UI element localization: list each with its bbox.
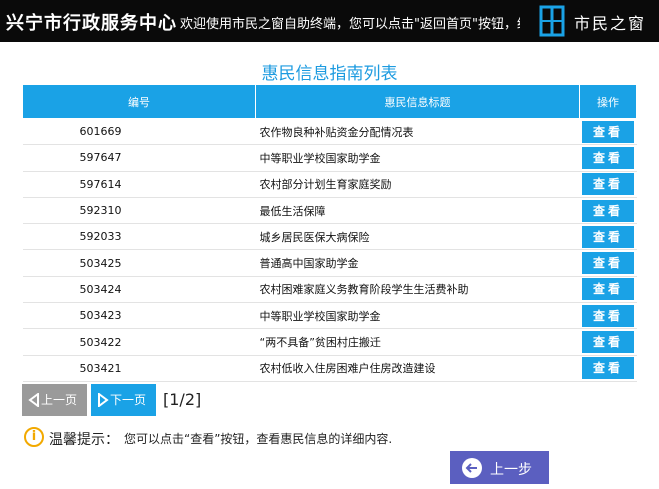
back-button[interactable]: 上一步	[450, 451, 549, 484]
welcome-marquee: 欢迎使用市民之窗自助终端，您可以点击"返回首页"按钮，结	[180, 17, 520, 32]
table-row: 503424 农村困难家庭义务教育阶段学生生活费补助 查看	[22, 276, 637, 304]
brand-logo: 市民之窗	[532, 4, 659, 38]
list-title: 惠民信息指南列表	[261, 64, 398, 84]
row-action: 查看	[579, 328, 637, 356]
row-id: 601669	[22, 118, 256, 146]
view-button[interactable]: 查看	[582, 357, 634, 380]
app-title: 兴宁市行政服务中心	[6, 13, 177, 34]
back-button-label: 上一步	[490, 462, 532, 478]
table-row: 601669 农作物良种补贴资金分配情况表 查看	[22, 118, 637, 146]
row-action: 查看	[579, 249, 637, 277]
chevron-left-icon	[28, 393, 39, 407]
row-action: 查看	[579, 118, 637, 146]
row-title: 中等职业学校国家助学金	[255, 302, 580, 330]
row-id: 597614	[22, 171, 256, 198]
row-title: 普通高中国家助学金	[255, 249, 580, 277]
row-id: 503421	[22, 355, 256, 382]
window-logo-icon	[539, 5, 565, 37]
column-header-action: 操作	[579, 84, 637, 119]
row-action: 查看	[579, 223, 637, 251]
row-title: 中等职业学校国家助学金	[255, 144, 580, 172]
row-id: 597647	[22, 144, 256, 172]
table-body: 601669 农作物良种补贴资金分配情况表 查看 597647 中等职业学校国家助学金查…	[22, 118, 637, 382]
row-title: 农村低收入住房困难户住房改造建设	[255, 355, 580, 382]
view-button[interactable]: 查看	[582, 331, 634, 354]
view-button[interactable]: 查看	[582, 173, 634, 196]
brand-name: 市民之窗	[574, 14, 647, 33]
page-indicator: [1/2]	[163, 390, 202, 409]
row-action: 查看	[579, 171, 637, 198]
view-button[interactable]: 查看	[582, 252, 634, 275]
main-panel: 惠民信息指南列表 编号 惠民信息标题 操作 601669 农作物良种补贴资金分配情…	[0, 42, 659, 489]
row-action: 查看	[579, 276, 637, 304]
tip-text: 您可以点击“查看”按钮，查看惠民信息的详细内容.	[124, 432, 393, 446]
row-action: 查看	[579, 355, 637, 382]
row-id: 503422	[22, 328, 256, 356]
info-table: 编号 惠民信息标题 操作 601669 农作物良种补贴资金分配情况表 查看 59764…	[22, 84, 637, 382]
table-row: 503421 农村低收入住房困难户住房改造建设 查看	[22, 355, 637, 382]
row-title: 农作物良种补贴资金分配情况表	[255, 118, 580, 146]
table-row: 597614 农村部分计划生育家庭奖励 查看	[22, 171, 637, 198]
row-id: 503424	[22, 276, 256, 304]
view-button[interactable]: 查看	[582, 146, 634, 169]
row-title: 城乡居民医保大病保险	[255, 223, 580, 251]
prev-page-label: 上一页	[41, 393, 78, 407]
table-row: 592033 城乡居民医保大病保险 查看	[22, 223, 637, 251]
view-button[interactable]: 查看	[582, 199, 634, 222]
table-header-row: 编号 惠民信息标题 操作	[22, 84, 637, 119]
view-button[interactable]: 查看	[582, 120, 634, 143]
next-page-label: 下一页	[110, 393, 147, 407]
view-button[interactable]: 查看	[582, 278, 634, 301]
row-id: 503425	[22, 249, 256, 277]
table-row: 503422 “两不具备”贫困村庄搬迁 查看	[22, 328, 637, 356]
row-id: 592310	[22, 197, 256, 225]
row-id: 592033	[22, 223, 256, 251]
prev-page-button[interactable]: 上一页	[22, 384, 87, 416]
chevron-right-icon	[98, 393, 109, 407]
view-button[interactable]: 查看	[582, 304, 634, 327]
row-action: 查看	[579, 197, 637, 225]
table-row: 503423 中等职业学校国家助学金 查看	[22, 302, 637, 330]
tip-label: 温馨提示：	[49, 432, 119, 448]
row-title: 农村部分计划生育家庭奖励	[255, 171, 580, 198]
row-id: 503423	[22, 302, 256, 330]
row-action: 查看	[579, 302, 637, 330]
row-title: 最低生活保障	[255, 197, 580, 225]
table-row: 597647 中等职业学校国家助学金 查看	[22, 144, 637, 172]
row-title: 农村困难家庭义务教育阶段学生生活费补助	[255, 276, 580, 304]
row-title: “两不具备”贫困村庄搬迁	[255, 328, 580, 356]
table-row: 592310 最低生活保障 查看	[22, 197, 637, 225]
next-page-button[interactable]: 下一页	[91, 384, 156, 416]
column-header-id: 编号	[22, 84, 256, 119]
column-header-title: 惠民信息标题	[255, 84, 580, 119]
top-bar: 兴宁市行政服务中心 欢迎使用市民之窗自助终端，您可以点击"返回首页"按钮，结 市…	[0, 0, 659, 42]
back-arrow-icon	[462, 458, 482, 478]
info-icon: i	[24, 427, 44, 447]
row-action: 查看	[579, 144, 637, 172]
table-row: 503425 普通高中国家助学金 查看	[22, 249, 637, 277]
view-button[interactable]: 查看	[582, 225, 634, 248]
